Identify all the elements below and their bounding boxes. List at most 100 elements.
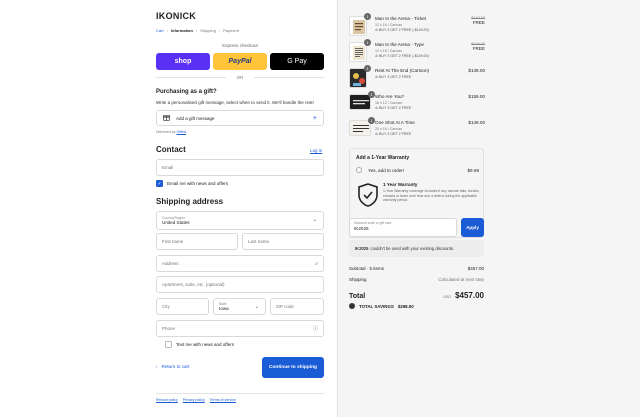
item-name: Rest At The End (Cartoon): [375, 68, 430, 73]
express-buttons: shop PayPal G Pay: [156, 53, 324, 70]
gifted-link[interactable]: Gifted: [176, 130, 185, 134]
subtotal-value: $457.00: [467, 266, 484, 271]
item-promo: ⊘ BUY 3 GET 2 FREE: [375, 132, 412, 136]
promo-text: BUY 3 GET 2 FREE (-$149.00): [379, 28, 429, 32]
checkout-form-panel: IKONICK Cart › Information › Shipping › …: [0, 0, 337, 417]
shipping-label: Shipping: [349, 277, 367, 282]
breadcrumb-payment: Payment: [223, 28, 239, 33]
breadcrumb-cart[interactable]: Cart: [156, 28, 164, 33]
email-field[interactable]: Email: [156, 159, 324, 176]
warranty-heading: Add a 1-Year Warranty: [356, 155, 410, 161]
item-promo: ⊘ BUY 3 GET 2 FREE (-$149.00): [375, 28, 429, 32]
item-price: $149.00 FREE: [471, 42, 485, 51]
item-name: One Shot At A Time: [375, 120, 415, 125]
item-name: Man In the Arena - Ticket: [375, 16, 427, 21]
apartment-field[interactable]: Apartment, suite, etc. (optional): [156, 276, 324, 293]
country-select[interactable]: Country/Region United States ⌄: [156, 211, 324, 230]
item-name: Man In the Arena - Type: [375, 42, 424, 47]
city-placeholder: City: [162, 304, 170, 309]
shipping-value: Calculated at next step: [438, 277, 484, 282]
subtotal-row: Subtotal · 5 items $457.00: [349, 266, 484, 271]
paypal-button[interactable]: PayPal: [213, 53, 267, 70]
email-news-option[interactable]: ✓ Email me with news and offers: [156, 180, 228, 187]
chevron-down-icon: ⌄: [312, 217, 317, 223]
first-name-placeholder: First name: [162, 239, 184, 244]
state-select[interactable]: State Iowa ⌄: [213, 298, 266, 315]
item-promo: ⊘ BUY 3 GET 2 FREE: [375, 75, 412, 79]
express-checkout-label: Express checkout: [222, 43, 258, 48]
shipping-row: Shipping Calculated at next step: [349, 277, 484, 282]
contact-heading: Contact: [156, 145, 186, 154]
refund-policy-link[interactable]: Refund policy: [156, 398, 178, 402]
gift-powered-by: Delivered by Gifted: [156, 130, 186, 134]
item-variant: 20 x 16 / Canvas: [375, 127, 402, 131]
promo-text: BUY 3 GET 2 FREE (-$149.00): [379, 54, 429, 58]
breadcrumb-shipping: Shipping: [200, 28, 216, 33]
discount-code-field[interactable]: Discount code or gift card IK2025: [349, 218, 457, 237]
cart-item: 1 Man In the Arena - Ticket 12 x 16 / Ca…: [349, 13, 485, 38]
return-to-cart-link[interactable]: ‹ Return to cart: [156, 364, 189, 369]
cart-item: 1 One Shot At A Time 20 x 16 / Canvas ⊘ …: [349, 117, 485, 142]
store-logo[interactable]: IKONICK: [156, 11, 196, 21]
footer-divider: [156, 393, 324, 394]
cart-item: 1 Rest At The End (Cartoon) ⊘ BUY 3 GET …: [349, 65, 485, 90]
phone-placeholder: Phone: [162, 326, 176, 331]
text-news-checkbox[interactable]: [165, 341, 172, 348]
breadcrumb: Cart › Information › Shipping › Payment: [156, 28, 239, 33]
phone-field[interactable]: Phone ⓘ: [156, 320, 324, 337]
address-field[interactable]: Address ⌕: [156, 255, 324, 272]
city-field[interactable]: City: [156, 298, 209, 315]
item-variant: 16 x 12 / Canvas: [375, 101, 402, 105]
email-placeholder: Email: [162, 165, 174, 170]
plus-icon: +: [312, 114, 317, 122]
savings-tag-icon: [349, 303, 355, 309]
savings-value: $298.00: [397, 303, 414, 309]
login-link[interactable]: Log in: [310, 148, 322, 153]
warranty-price: $9.99: [467, 167, 480, 173]
quantity-badge: 1: [364, 65, 371, 72]
warranty-radio[interactable]: [356, 167, 362, 173]
breadcrumb-information: Information: [170, 28, 193, 33]
warranty-option-label: Yes, add to order!: [368, 167, 405, 173]
final-price: FREE: [472, 20, 485, 25]
final-price: $149.00: [468, 68, 485, 73]
item-price: $149.00 FREE: [471, 16, 485, 25]
text-news-option[interactable]: Text me with news and offers: [165, 341, 234, 348]
item-price: $149.00: [468, 68, 485, 73]
shop-pay-button[interactable]: shop: [156, 53, 210, 70]
email-news-checkbox[interactable]: ✓: [156, 180, 163, 187]
quantity-badge: 1: [364, 39, 371, 46]
search-icon: ⌕: [315, 260, 318, 267]
gift-icon: [163, 114, 170, 122]
warranty-option[interactable]: Yes, add to order! $9.99: [356, 167, 479, 173]
quantity-badge: 1: [368, 117, 375, 124]
discount-value: IK2025: [354, 226, 369, 231]
terms-of-service-link[interactable]: Terms of service: [210, 398, 236, 402]
apply-discount-button[interactable]: Apply: [461, 218, 484, 237]
quantity-badge: 1: [368, 91, 375, 98]
add-gift-message-label: Add a gift message: [176, 115, 215, 121]
gift-subtext: Write a personalised gift message, selec…: [156, 100, 314, 105]
first-name-field[interactable]: First name: [156, 233, 238, 250]
promo-text: BUY 3 GET 2 FREE: [379, 106, 412, 110]
zip-field[interactable]: ZIP code: [270, 298, 324, 315]
or-divider: OR: [156, 75, 324, 80]
item-price: $159.00: [468, 94, 485, 99]
address-placeholder: Address: [162, 261, 179, 266]
warranty-title: 1 Year Warranty: [383, 182, 418, 187]
item-name: Who Are You?: [375, 94, 405, 99]
google-pay-button[interactable]: G Pay: [270, 53, 324, 70]
return-to-cart-label: Return to cart: [161, 364, 190, 369]
quantity-badge: 1: [364, 13, 371, 20]
privacy-policy-link[interactable]: Privacy policy: [183, 398, 205, 402]
email-news-label: Email me with news and offers: [167, 181, 228, 186]
last-name-field[interactable]: Last name: [242, 233, 324, 250]
item-variant: 12 x 16 / Canvas: [375, 49, 402, 53]
country-value: United States: [162, 220, 190, 225]
help-icon[interactable]: ⓘ: [313, 325, 318, 332]
state-value: Iowa: [219, 306, 229, 311]
add-gift-message-button[interactable]: Add a gift message +: [156, 110, 324, 126]
chevron-down-icon: ⌄: [254, 304, 259, 310]
error-text: couldn't be used with your existing disc…: [370, 246, 455, 251]
continue-to-shipping-button[interactable]: Continue to shipping: [262, 357, 324, 378]
